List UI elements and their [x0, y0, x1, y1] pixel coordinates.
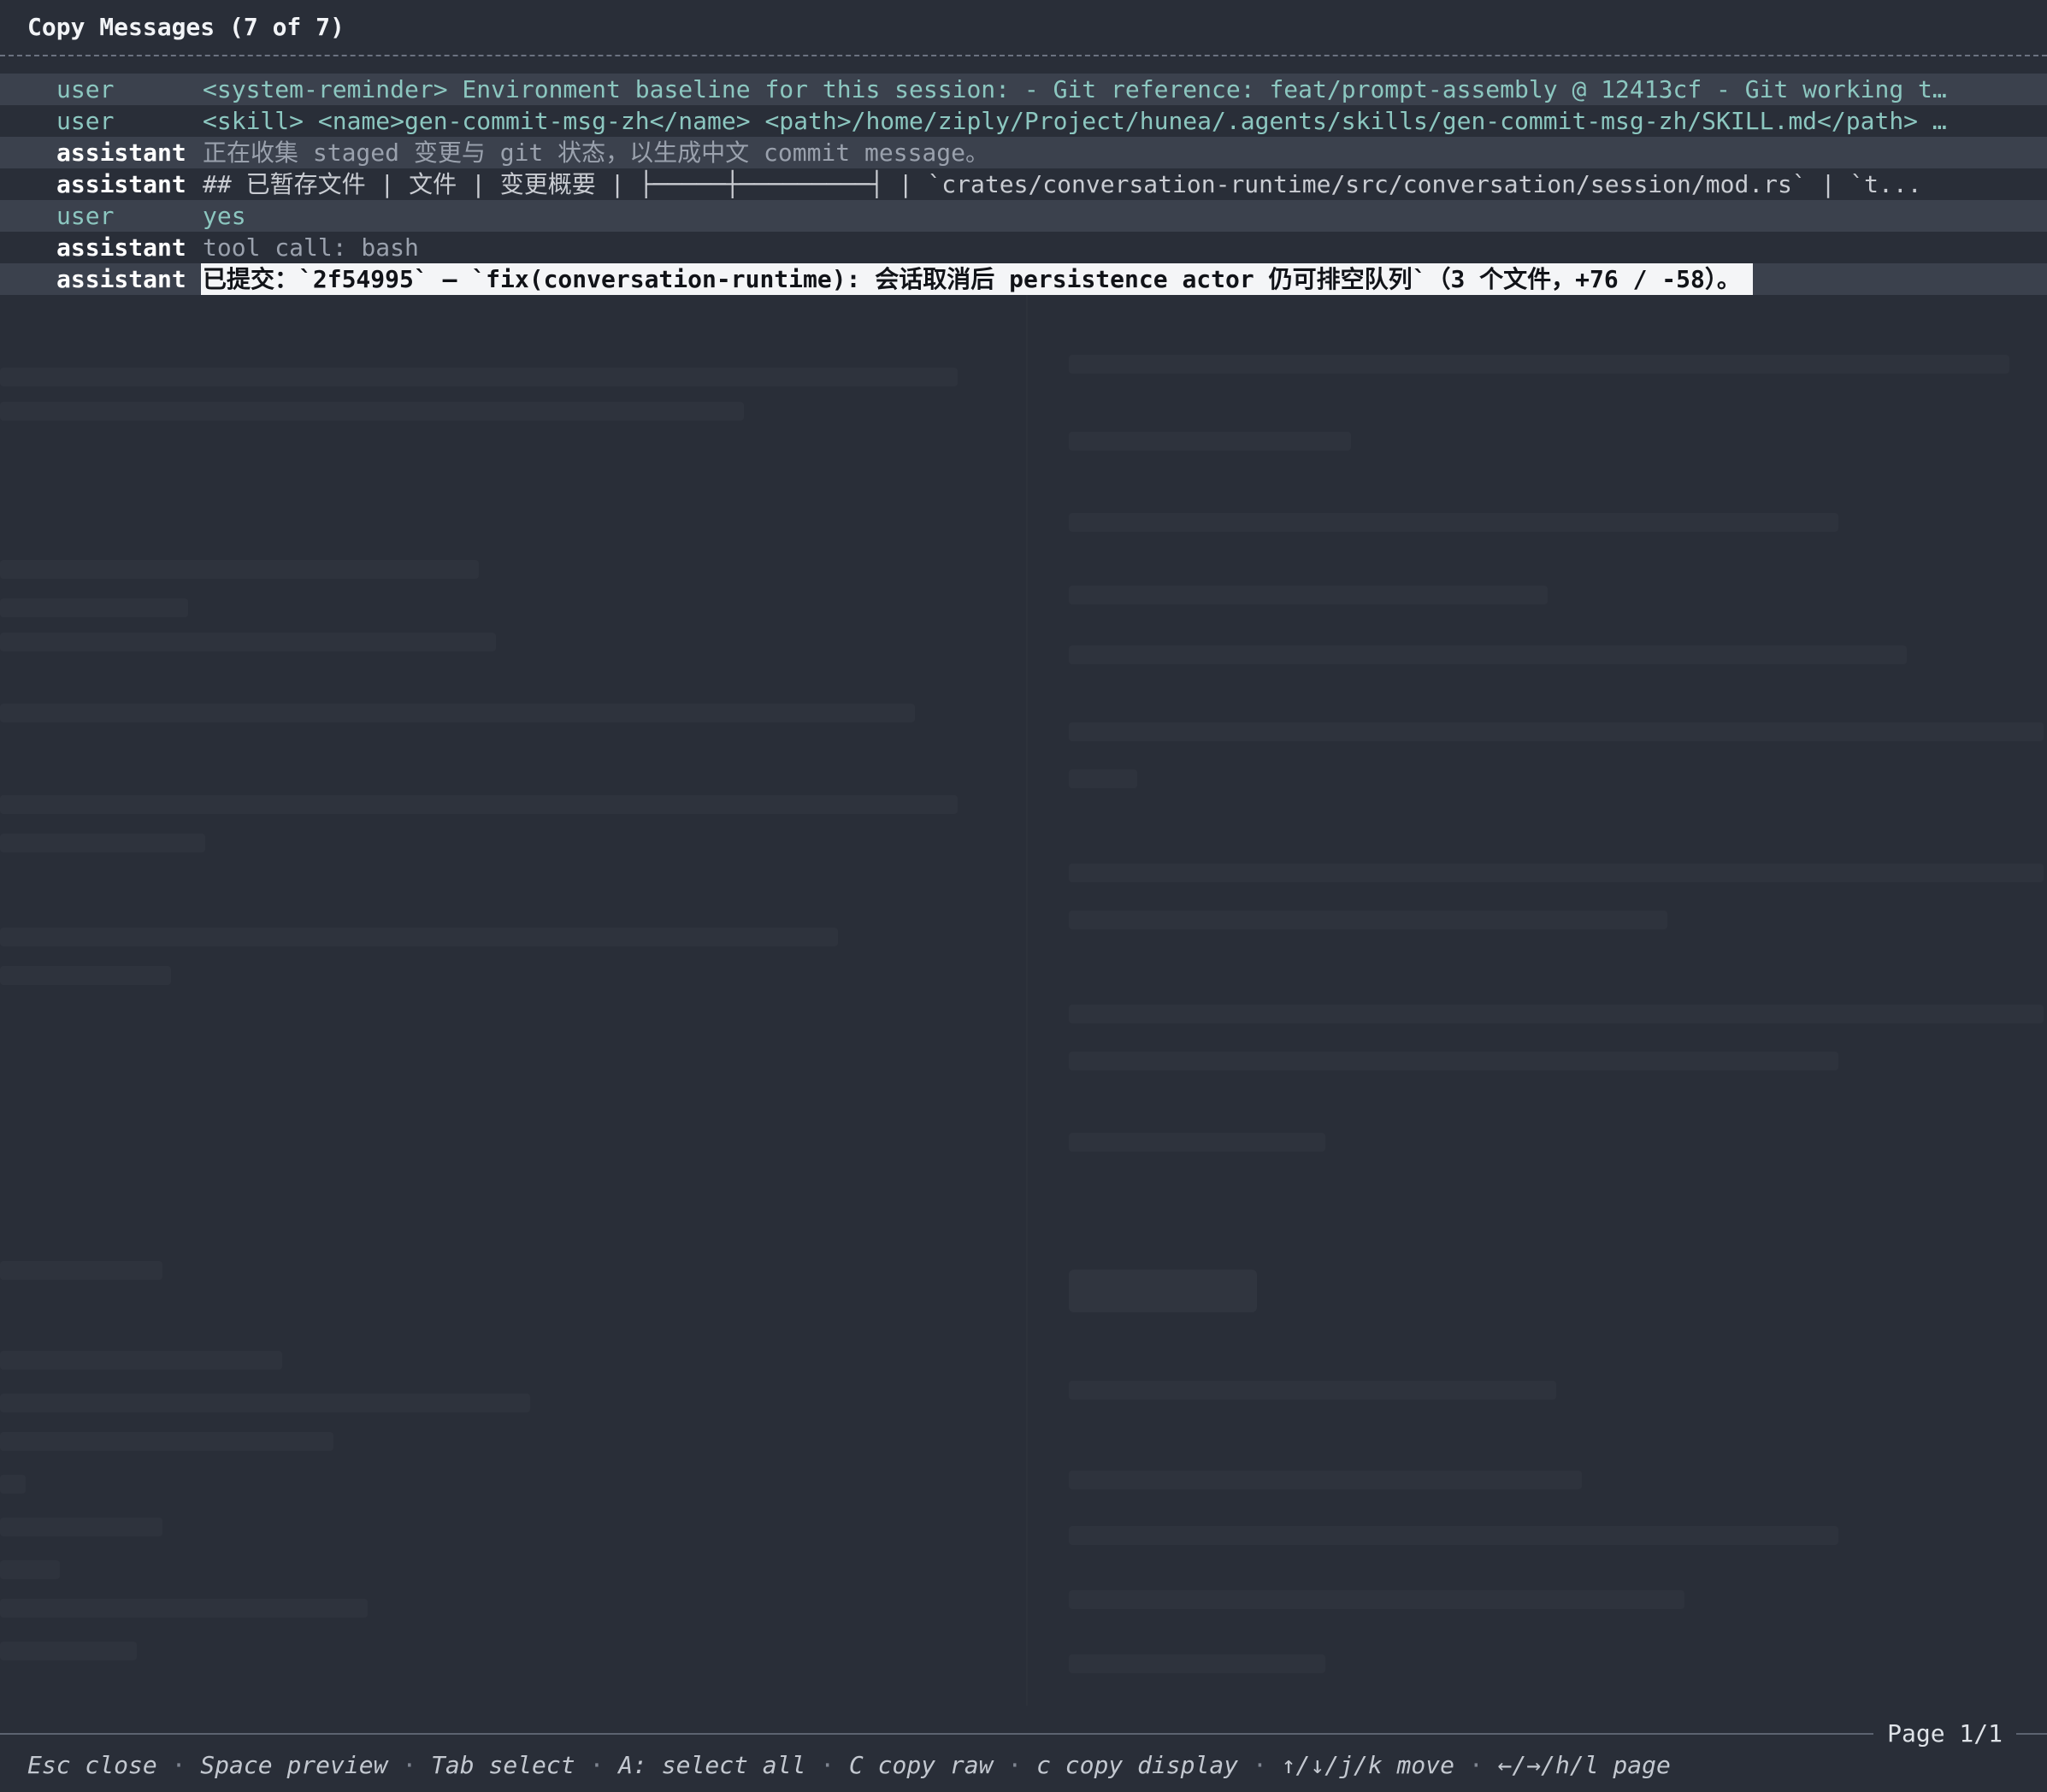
hint-esc-close: Esc close [27, 1751, 157, 1779]
hint-select-all: A: select all [618, 1751, 806, 1779]
message-row[interactable]: user yes [0, 200, 2047, 232]
message-role: assistant [56, 139, 186, 167]
message-row-selected[interactable]: assistant 已提交：`2f54995` — `fix(conversat… [0, 263, 2047, 295]
copy-messages-dialog: Copy Messages (7 of 7) user <system-remi… [0, 0, 2047, 1792]
message-text: <system-reminder> Environment baseline f… [203, 75, 1947, 103]
title-divider [0, 55, 2047, 56]
message-row[interactable]: user <skill> <name>gen-commit-msg-zh</na… [0, 105, 2047, 137]
hint-separator: · [1252, 1751, 1282, 1779]
message-row[interactable]: assistant 正在收集 staged 变更与 git 状态，以生成中文 c… [0, 137, 2047, 168]
hint-separator: · [820, 1751, 849, 1779]
message-role: assistant [56, 265, 186, 293]
message-row[interactable]: assistant tool call: bash [0, 232, 2047, 263]
keyboard-hints: Esc close · Space preview · Tab select ·… [27, 1748, 1671, 1783]
message-text: tool call: bash [203, 233, 419, 262]
message-row[interactable]: user <system-reminder> Environment basel… [0, 74, 2047, 105]
message-role: assistant [56, 233, 186, 262]
hint-separator: · [1468, 1751, 1498, 1779]
message-text: 正在收集 staged 变更与 git 状态，以生成中文 commit mess… [203, 139, 990, 167]
message-text: ## 已暂存文件 | 文件 | 变更概要 | ├─────┼─────────┤… [203, 170, 1922, 198]
hint-separator: · [171, 1751, 201, 1779]
hint-copy-raw: C copy raw [848, 1751, 994, 1779]
hint-tab-select: Tab select [431, 1751, 575, 1779]
message-role: user [56, 107, 115, 135]
hint-move: ↑/↓/j/k move [1281, 1751, 1454, 1779]
footer-divider [0, 1733, 2047, 1735]
message-role: assistant [56, 170, 186, 198]
background-content [0, 295, 2047, 1706]
hint-separator: · [402, 1751, 432, 1779]
message-row[interactable]: assistant ## 已暂存文件 | 文件 | 变更概要 | ├─────┼… [0, 168, 2047, 200]
hint-separator: · [589, 1751, 619, 1779]
message-text: yes [203, 202, 246, 230]
hint-space-preview: Space preview [200, 1751, 388, 1779]
message-role: user [56, 202, 115, 230]
hint-page: ←/→/h/l page [1497, 1751, 1671, 1779]
message-list[interactable]: user <system-reminder> Environment basel… [0, 74, 2047, 295]
hint-copy-display: c copy display [1036, 1751, 1239, 1779]
dialog-title: Copy Messages (7 of 7) [27, 13, 345, 41]
message-role: user [56, 75, 115, 103]
message-text: 已提交：`2f54995` — `fix(conversation-runtim… [201, 263, 1753, 295]
hint-separator: · [1007, 1751, 1037, 1779]
page-indicator: Page 1/1 [1873, 1718, 2016, 1749]
message-text: <skill> <name>gen-commit-msg-zh</name> <… [203, 107, 1947, 135]
